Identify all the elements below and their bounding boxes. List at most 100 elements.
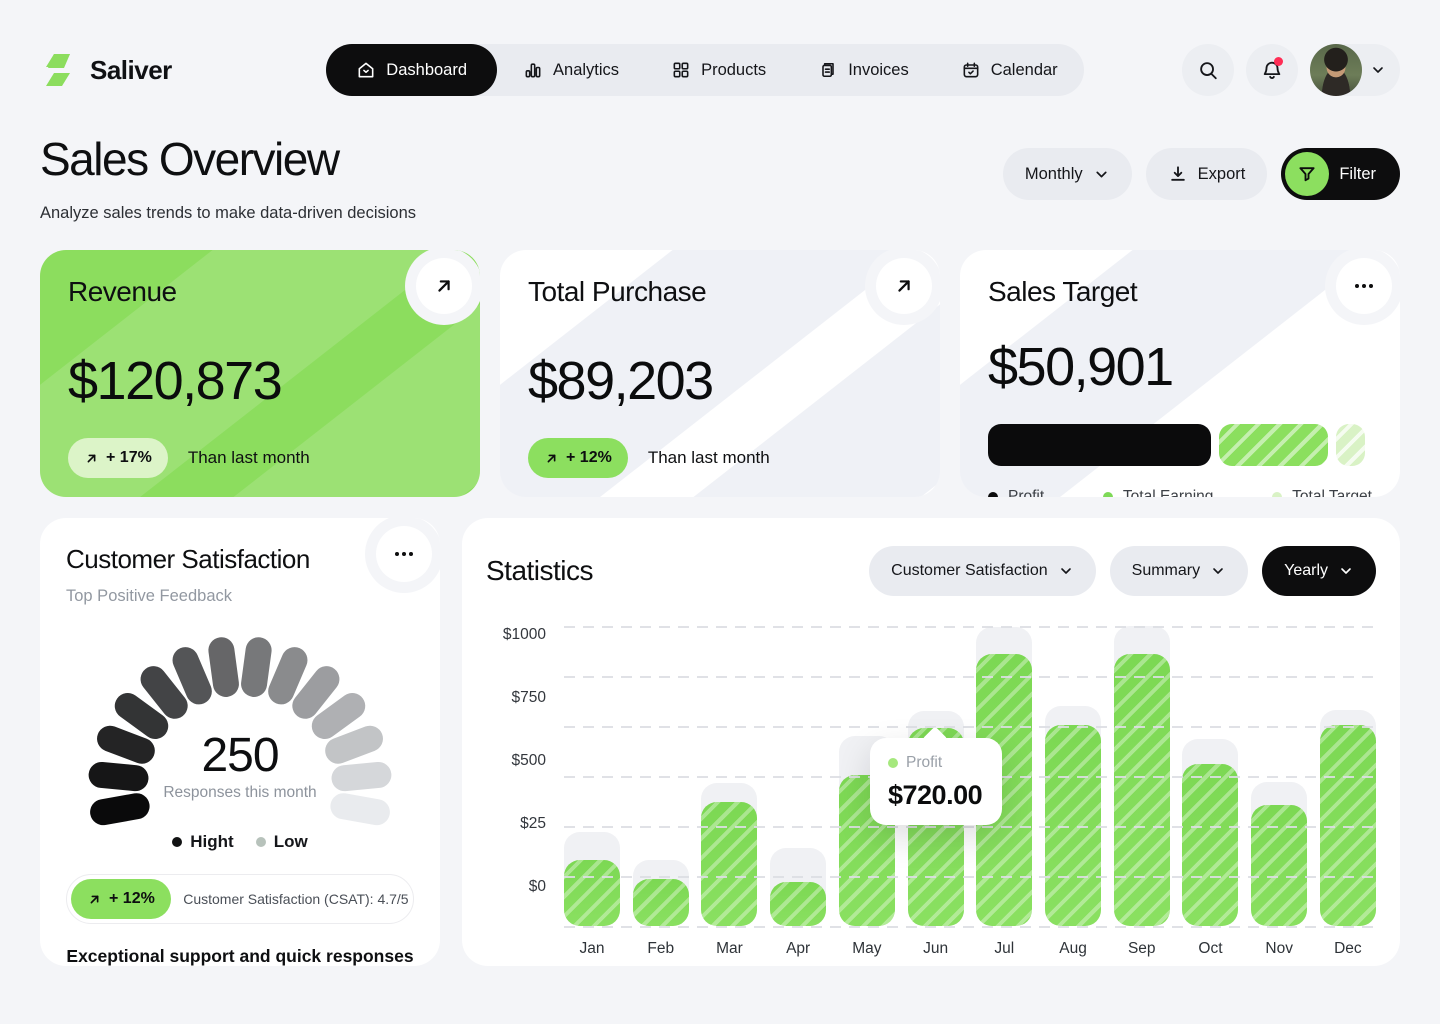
total-purchase-title: Total Purchase [528, 276, 912, 308]
legend-dot [988, 492, 998, 497]
bar-fill [1182, 764, 1238, 926]
chevron-down-icon [1093, 166, 1110, 183]
total-purchase-open-button[interactable] [876, 258, 932, 314]
x-tick-label: Apr [770, 940, 826, 958]
sales-target-card: Sales Target $50,901 ProfitTotal Earning… [960, 250, 1400, 497]
x-tick-label: Aug [1045, 940, 1101, 958]
bottom-row: Customer Satisfaction Top Positive Feedb… [40, 518, 1400, 966]
notification-dot [1274, 57, 1283, 66]
statistics-title: Statistics [486, 555, 593, 587]
bar-fill [633, 879, 689, 926]
x-tick-label: Oct [1182, 940, 1238, 958]
total-purchase-note: Than last month [648, 448, 770, 468]
x-tick-label: Nov [1251, 940, 1307, 958]
nav-item-calendar[interactable]: Calendar [935, 44, 1084, 96]
gridline [564, 926, 1376, 928]
gauge-caption: Responses this month [80, 784, 400, 802]
statistics-filters: Customer Satisfaction Summary Yearly [869, 546, 1376, 596]
revenue-open-button[interactable] [416, 258, 472, 314]
period-selector[interactable]: Monthly [1003, 148, 1132, 200]
legend-item-total-target: Total Target [1272, 488, 1372, 497]
profit-dot [888, 758, 898, 768]
nav-item-label: Calendar [991, 61, 1058, 80]
legend-dot [1103, 492, 1113, 497]
export-button[interactable]: Export [1146, 148, 1268, 200]
chevron-down-icon [1370, 62, 1386, 78]
avatar [1310, 44, 1362, 96]
y-tick-label: $1000 [503, 626, 546, 644]
x-tick-label: Jul [976, 940, 1032, 958]
progress-segment-total-target [1336, 424, 1365, 466]
products-icon [671, 60, 691, 80]
nav-item-products[interactable]: Products [645, 44, 792, 96]
bar-fill [564, 860, 620, 926]
summary-selector[interactable]: Summary [1110, 546, 1248, 596]
csat-score-text: Customer Satisfaction (CSAT): 4.7/5 [183, 891, 409, 907]
sales-target-menu-button[interactable] [1336, 258, 1392, 314]
bar-fill [1114, 654, 1170, 926]
gridline [564, 876, 1376, 878]
y-tick-label: $0 [529, 878, 546, 896]
ellipsis-icon [1352, 274, 1376, 298]
page-head-controls: Monthly Export Filter [1003, 148, 1400, 223]
x-tick-label: Mar [701, 940, 757, 958]
statistics-chart: $1000 $750 $500 $25 $0 Profit $720.00 Jan Feb… [486, 626, 1376, 958]
revenue-title: Revenue [68, 276, 452, 308]
calendar-icon [961, 60, 981, 80]
range-selector[interactable]: Yearly [1262, 546, 1376, 596]
filter-button[interactable]: Filter [1281, 148, 1400, 200]
revenue-delta-badge: + 17% [68, 438, 168, 478]
funnel-icon [1285, 152, 1329, 196]
legend-item-hight: Hight [172, 832, 233, 852]
page-head-left: Sales Overview Analyze sales trends to m… [40, 132, 416, 223]
home-icon [356, 60, 376, 80]
customer-satisfaction-title: Customer Satisfaction [66, 544, 414, 575]
revenue-value: $120,873 [68, 350, 452, 412]
y-axis-labels: $1000 $750 $500 $25 $0 [486, 626, 546, 926]
responses-gauge: 250 Responses this month [80, 632, 400, 818]
legend-dot [1272, 492, 1282, 497]
page-head: Sales Overview Analyze sales trends to m… [40, 132, 1400, 223]
notifications-button[interactable] [1246, 44, 1298, 96]
x-axis-labels: JanFebMarAprMayJunJulAugSepOctNovDec [564, 940, 1376, 958]
x-tick-label: Jan [564, 940, 620, 958]
y-tick-label: $25 [520, 815, 546, 833]
bar-fill [1251, 805, 1307, 926]
chevron-down-icon [1338, 563, 1354, 579]
filter-label: Filter [1339, 165, 1376, 184]
nav-item-label: Analytics [553, 61, 619, 80]
summary-cards: Revenue $120,873 + 17% Than last month T… [40, 250, 1400, 497]
metric-selector[interactable]: Customer Satisfaction [869, 546, 1096, 596]
y-tick-label: $500 [512, 752, 546, 770]
nav-item-invoices[interactable]: Invoices [792, 44, 935, 96]
sales-dashboard-page: Saliver DashboardAnalyticsProductsInvoic… [0, 0, 1440, 1024]
chevron-down-icon [1058, 563, 1074, 579]
y-tick-label: $750 [512, 689, 546, 707]
nav-item-analytics[interactable]: Analytics [497, 44, 645, 96]
progress-segment-profit [988, 424, 1211, 466]
ellipsis-icon [392, 542, 416, 566]
csat-footer-text: Exceptional support and quick responses [66, 946, 414, 966]
total-purchase-delta-badge: + 12% [528, 438, 628, 478]
bar-fill [701, 802, 757, 926]
x-tick-label: Jun [908, 940, 964, 958]
arrow-up-right-icon [544, 451, 559, 466]
sales-target-title: Sales Target [988, 276, 1372, 308]
lightning-logo-icon [40, 51, 78, 89]
customer-satisfaction-menu-button[interactable] [376, 526, 432, 582]
sales-target-value: $50,901 [988, 336, 1372, 398]
gauge-legend: Hight Low [66, 832, 414, 852]
legend-item-low: Low [256, 832, 308, 852]
x-tick-label: Sep [1114, 940, 1170, 958]
invoices-icon [818, 60, 838, 80]
tooltip-label: Profit [888, 754, 984, 772]
search-button[interactable] [1182, 44, 1234, 96]
gridline [564, 676, 1376, 678]
x-tick-label: Feb [633, 940, 689, 958]
gridline [564, 826, 1376, 828]
nav-item-dashboard[interactable]: Dashboard [326, 44, 497, 96]
tooltip-value: $720.00 [888, 780, 984, 811]
profile-menu[interactable] [1310, 44, 1400, 96]
low-dot [256, 837, 266, 847]
statistics-card: Statistics Customer Satisfaction Summary… [462, 518, 1400, 966]
